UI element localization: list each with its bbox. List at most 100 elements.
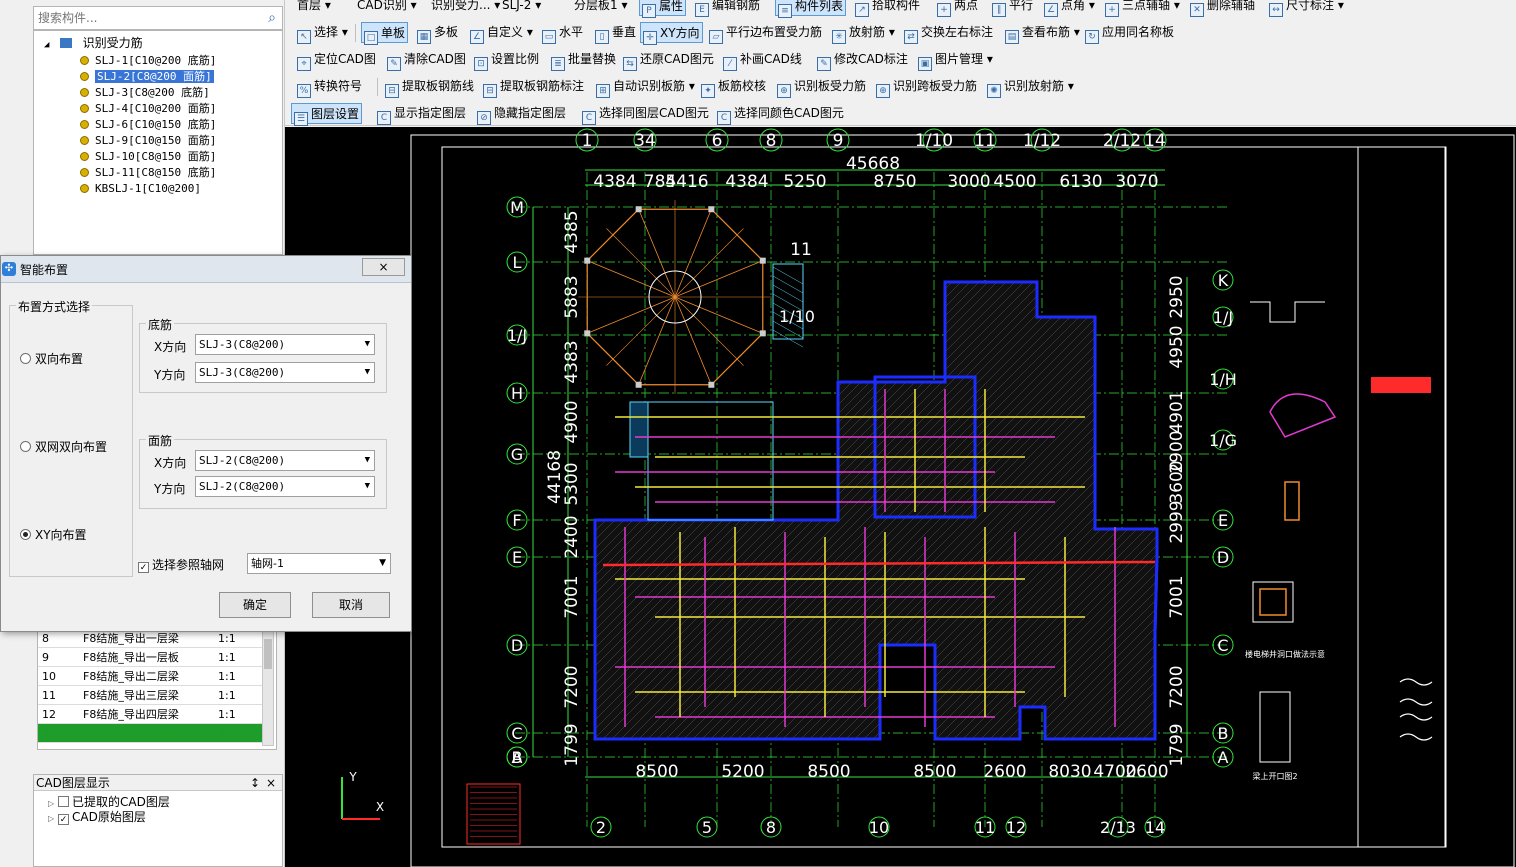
dimension-button[interactable]: ↔ 尺寸标注 ▾ <box>1267 0 1346 17</box>
single-board-button[interactable]: □ 单板 <box>361 22 409 45</box>
table-scrollbar[interactable] <box>262 628 274 746</box>
top-x-label: X方向 <box>154 456 187 470</box>
locate-cad-button[interactable]: ⌖ 定位CAD图 <box>295 49 378 71</box>
tree-item[interactable]: SLJ-9[C10@150 面筋] <box>80 133 216 149</box>
add-cad-line-button[interactable]: ⁄ 补画CAD线 <box>721 49 804 71</box>
radio-xy[interactable]: XY向布置 <box>20 526 87 543</box>
radial-rebar-button[interactable]: ✳ 放射筋 ▾ <box>830 22 897 44</box>
vertical-button[interactable]: ▯ 垂直 <box>593 22 638 44</box>
select-same-color-button[interactable]: C 选择同颜色CAD图元 <box>715 103 846 125</box>
hide-layer-button[interactable]: ⊘ 隐藏指定图层 <box>475 103 568 125</box>
tree-root[interactable]: ◢ 识别受力筋 <box>44 35 143 51</box>
ok-button[interactable]: 确定 <box>219 592 291 618</box>
hatch-line <box>1170 279 1516 739</box>
pick-component-button[interactable]: ↗ 拾取构件 <box>853 0 922 17</box>
layer-board-select[interactable]: 分层板1 ▾ <box>572 0 629 16</box>
show-layer-button[interactable]: C 显示指定图层 <box>375 103 468 125</box>
floor-select[interactable]: 首层 ▾ <box>295 0 333 16</box>
ref-axis-select[interactable]: 轴网-1 ▼ <box>247 553 391 574</box>
tree-item[interactable]: SLJ-10[C8@150 面筋] <box>80 149 216 165</box>
delete-aux-button[interactable]: ✕ 删除辅轴 <box>1188 0 1257 17</box>
search-icon[interactable]: ⌕ <box>268 10 276 26</box>
close-icon[interactable]: × <box>266 775 276 791</box>
recognize-force-button[interactable]: ⊕ 识别板受力筋 <box>775 76 868 98</box>
component-select[interactable]: SLJ-2 ▾ <box>500 0 543 16</box>
radio-xy-control[interactable] <box>20 529 31 540</box>
horizontal-button[interactable]: ▭ 水平 <box>540 22 585 44</box>
radio-double-net-control[interactable] <box>20 441 31 452</box>
xy-direction-button[interactable]: ✛ XY方向 <box>640 22 703 45</box>
toolbar-row-1: ↖ 选择 ▾ □ 单板 ▦ 多板 ∠ 自定义 ▾ ▭ 水平 ▯ 垂直 ✛ XY方向 ▱ 平行边布… <box>285 19 1516 45</box>
radio-double-net[interactable]: 双网双向布置 <box>20 438 107 455</box>
table-row[interactable]: 12 F8结施_导出四层梁 1:1 <box>38 705 263 724</box>
select-button[interactable]: ↖ 选择 ▾ <box>295 22 350 44</box>
image-manage-button[interactable]: ▣ 图片管理 ▾ <box>916 49 995 71</box>
multi-board-button[interactable]: ▦ 多板 <box>415 22 460 44</box>
custom-button[interactable]: ∠ 自定义 ▾ <box>468 22 535 44</box>
radio-bidir[interactable]: 双向布置 <box>20 350 83 367</box>
table-row[interactable]: 13 F8结施_导出二层板 1:1 <box>38 724 263 743</box>
edit-rebar-button[interactable]: E 编辑钢筋 <box>693 0 762 17</box>
top-x-select[interactable]: SLJ-2(C8@200) ▼ <box>195 450 375 471</box>
tree-item[interactable]: SLJ-6[C10@150 底筋] <box>80 117 216 133</box>
component-list-button[interactable]: ≡ 构件列表 <box>775 0 847 18</box>
batch-replace-button[interactable]: ≣ 批量替换 <box>549 49 618 71</box>
apply-same-name-button[interactable]: ↻ 应用同名称板 <box>1083 22 1176 44</box>
tree-item[interactable]: SLJ-3[C8@200 底筋] <box>80 85 210 101</box>
search-input[interactable] <box>34 7 254 29</box>
layer-original-checkbox[interactable]: ✓ <box>57 814 69 825</box>
two-points-button[interactable]: + 两点 <box>935 0 980 17</box>
custom-icon: ∠ <box>470 30 484 44</box>
convert-symbol-button[interactable]: % 转换符号 <box>295 76 364 98</box>
tree-item[interactable]: SLJ-11[C8@150 底筋] <box>80 165 216 181</box>
recognize-radial-button[interactable]: ✺ 识别放射筋 ▾ <box>985 76 1076 98</box>
modify-cad-label-button[interactable]: ✎ 修改CAD标注 <box>815 49 910 71</box>
clear-cad-button[interactable]: ✎ 清除CAD图 <box>385 49 468 71</box>
cad-recognize-select[interactable]: CAD识别 ▾ <box>355 0 419 16</box>
extract-label-icon: ⊟ <box>483 84 497 98</box>
tree-item[interactable]: SLJ-1[C10@200 底筋] <box>80 53 216 69</box>
auto-recognize-button[interactable]: ⊞ 自动识别板筋 ▾ <box>594 76 697 98</box>
cad-canvas[interactable]: YX 1 34 6 8 9 1/10 11 1/12 2/12 14 45668 4384 784 541… <box>285 127 1516 867</box>
properties-button[interactable]: P 属性 <box>639 0 687 18</box>
select-same-layer-button[interactable]: C 选择同图层CAD图元 <box>580 103 711 125</box>
extract-board-line-button[interactable]: ⊟ 提取板钢筋线 <box>383 76 476 98</box>
pin-icon[interactable]: ↕ <box>250 775 260 791</box>
swap-lr-label-button[interactable]: ⇄ 交换左右标注 <box>902 22 995 44</box>
bottom-x-select[interactable]: SLJ-3(C8@200) ▼ <box>195 334 375 355</box>
search-box[interactable]: ⌕ <box>33 6 283 30</box>
board-check-button[interactable]: ✦ 板筋校核 <box>699 76 768 98</box>
layer-setting-button[interactable]: ☰ 图层设置 <box>291 103 363 126</box>
radio-bidir-control[interactable] <box>20 353 31 364</box>
table-cell-name: F8结施_导出二层梁 <box>83 670 179 683</box>
restore-cad-button[interactable]: ⇆ 还原CAD图元 <box>621 49 716 71</box>
recognize-cross-force-button[interactable]: ⊕ 识别跨板受力筋 <box>874 76 979 98</box>
table-row[interactable]: 10 F8结施_导出二层梁 1:1 <box>38 667 263 686</box>
collapse-icon[interactable]: ◢ <box>44 40 49 50</box>
parallel-edge-force-button[interactable]: ▱ 平行边布置受力筋 <box>707 22 824 44</box>
three-point-aux-button[interactable]: + 三点辅轴 ▾ <box>1103 0 1182 17</box>
table-row[interactable]: 9 F8结施_导出一层板 1:1 <box>38 648 263 667</box>
axis-label-right: D <box>1217 548 1229 567</box>
tree-item[interactable]: KBSLJ-1[C10@200] <box>80 181 201 197</box>
toolbar-row-0: 首层 ▾ CAD识别 ▾ 识别受力... ▾ SLJ-2 ▾ 分层板1 ▾ P属… <box>285 0 1516 18</box>
set-scale-button[interactable]: ⊡ 设置比例 <box>472 49 541 71</box>
bottom-y-select[interactable]: SLJ-3(C8@200) ▼ <box>195 362 375 383</box>
parallel-button[interactable]: ∥ 平行 <box>990 0 1035 17</box>
view-layout-button[interactable]: ▤ 查看布筋 ▾ <box>1003 22 1082 44</box>
recognize-force-select[interactable]: 识别受力... ▾ <box>429 0 502 16</box>
tree-item[interactable]: SLJ-4[C10@200 面筋] <box>80 101 216 117</box>
cancel-button[interactable]: 取消 <box>312 592 390 618</box>
ref-axis-checkbox-row[interactable]: ✓ 选择参照轴网 <box>138 556 224 573</box>
extract-board-label-button[interactable]: ⊟ 提取板钢筋标注 <box>481 76 586 98</box>
top-y-select[interactable]: SLJ-2(C8@200) ▼ <box>195 476 375 497</box>
dialog-close-button[interactable]: × <box>362 258 405 276</box>
layer-extracted-checkbox[interactable] <box>57 796 69 807</box>
cad-drawing[interactable]: YX 1 34 6 8 9 1/10 11 1/12 2/12 14456684384 784541… <box>285 127 1516 867</box>
table-row[interactable]: 11 F8结施_导出三层梁 1:1 <box>38 686 263 705</box>
point-angle-button[interactable]: ∠ 点角 ▾ <box>1042 0 1097 17</box>
layer-original-row[interactable]: ▷ ✓ CAD原始图层 <box>48 808 146 825</box>
ref-axis-checkbox[interactable]: ✓ <box>138 562 149 573</box>
dialog-titlebar[interactable]: ✣ 智能布置 × <box>1 256 411 283</box>
tree-item[interactable]: SLJ-2[C8@200 面筋] <box>80 69 214 85</box>
